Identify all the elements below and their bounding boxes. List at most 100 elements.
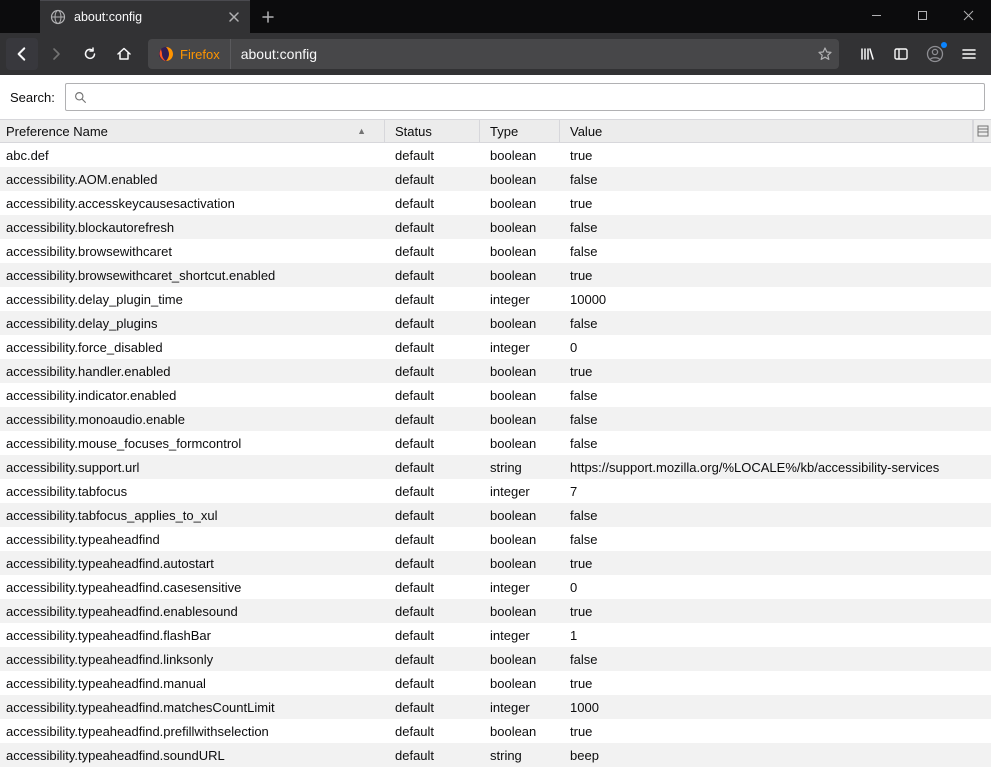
table-row[interactable]: accessibility.delay_pluginsdefaultboolea… xyxy=(0,311,991,335)
column-header-name-label: Preference Name xyxy=(6,124,108,139)
table-row[interactable]: accessibility.mouse_focuses_formcontrold… xyxy=(0,431,991,455)
column-header-status[interactable]: Status xyxy=(385,120,480,142)
table-row[interactable]: accessibility.browsewithcaret_shortcut.e… xyxy=(0,263,991,287)
profile-button[interactable] xyxy=(919,38,951,70)
cell-status: default xyxy=(385,628,480,643)
cell-status: default xyxy=(385,172,480,187)
cell-value: false xyxy=(560,436,991,451)
home-button[interactable] xyxy=(108,38,140,70)
cell-type: boolean xyxy=(480,364,560,379)
cell-type: boolean xyxy=(480,172,560,187)
table-row[interactable]: accessibility.typeaheadfind.flashBardefa… xyxy=(0,623,991,647)
cell-value: false xyxy=(560,508,991,523)
table-row[interactable]: accessibility.indicator.enableddefaultbo… xyxy=(0,383,991,407)
table-row[interactable]: accessibility.typeaheadfind.manualdefaul… xyxy=(0,671,991,695)
column-header-status-label: Status xyxy=(395,124,432,139)
cell-type: integer xyxy=(480,484,560,499)
cell-type: boolean xyxy=(480,412,560,427)
url-text[interactable]: about:config xyxy=(231,46,811,62)
cell-status: default xyxy=(385,244,480,259)
window-controls xyxy=(853,0,991,30)
cell-status: default xyxy=(385,724,480,739)
new-tab-button[interactable] xyxy=(254,3,282,31)
table-row[interactable]: accessibility.typeaheadfind.matchesCount… xyxy=(0,695,991,719)
cell-name: accessibility.indicator.enabled xyxy=(0,388,385,403)
table-row[interactable]: accessibility.typeaheadfind.enablesoundd… xyxy=(0,599,991,623)
identity-box[interactable]: Firefox xyxy=(148,39,231,69)
cell-type: boolean xyxy=(480,556,560,571)
cell-name: accessibility.typeaheadfind.autostart xyxy=(0,556,385,571)
cell-value: true xyxy=(560,556,991,571)
cell-name: accessibility.tabfocus xyxy=(0,484,385,499)
table-row[interactable]: accessibility.tabfocus_applies_to_xuldef… xyxy=(0,503,991,527)
cell-value: 0 xyxy=(560,580,991,595)
table-row[interactable]: accessibility.tabfocusdefaultinteger7 xyxy=(0,479,991,503)
table-row[interactable]: accessibility.AOM.enableddefaultbooleanf… xyxy=(0,167,991,191)
cell-type: integer xyxy=(480,700,560,715)
cell-value: beep xyxy=(560,748,991,763)
cell-status: default xyxy=(385,436,480,451)
browser-tab[interactable]: about:config xyxy=(40,0,250,33)
table-row[interactable]: accessibility.typeaheadfind.autostartdef… xyxy=(0,551,991,575)
column-picker-button[interactable] xyxy=(973,120,991,142)
tab-close-button[interactable] xyxy=(226,9,242,25)
tab-favicon-globe-icon xyxy=(50,9,66,25)
table-row[interactable]: accessibility.handler.enableddefaultbool… xyxy=(0,359,991,383)
cell-status: default xyxy=(385,412,480,427)
window-close-button[interactable] xyxy=(945,0,991,30)
window-minimize-button[interactable] xyxy=(853,0,899,30)
cell-value: https://support.mozilla.org/%LOCALE%/kb/… xyxy=(560,460,991,475)
column-header-name[interactable]: Preference Name ▲ xyxy=(0,120,385,142)
table-row[interactable]: accessibility.support.urldefaultstringht… xyxy=(0,455,991,479)
search-input[interactable] xyxy=(93,89,976,106)
cell-status: default xyxy=(385,700,480,715)
cell-name: accessibility.delay_plugins xyxy=(0,316,385,331)
cell-type: boolean xyxy=(480,316,560,331)
table-row[interactable]: accessibility.typeaheadfind.prefillwiths… xyxy=(0,719,991,743)
table-row[interactable]: accessibility.force_disableddefaultinteg… xyxy=(0,335,991,359)
table-row[interactable]: accessibility.typeaheadfind.casesensitiv… xyxy=(0,575,991,599)
bookmark-star-button[interactable] xyxy=(811,46,839,62)
cell-name: accessibility.typeaheadfind.prefillwiths… xyxy=(0,724,385,739)
table-row[interactable]: accessibility.typeaheadfinddefaultboolea… xyxy=(0,527,991,551)
search-box[interactable] xyxy=(65,83,985,111)
table-row[interactable]: accessibility.typeaheadfind.linksonlydef… xyxy=(0,647,991,671)
urlbar[interactable]: Firefox about:config xyxy=(148,39,839,69)
cell-name: accessibility.typeaheadfind.manual xyxy=(0,676,385,691)
cell-status: default xyxy=(385,532,480,547)
cell-status: default xyxy=(385,292,480,307)
table-row[interactable]: abc.defdefaultbooleantrue xyxy=(0,143,991,167)
cell-value: 10000 xyxy=(560,292,991,307)
table-row[interactable]: accessibility.accesskeycausesactivationd… xyxy=(0,191,991,215)
cell-status: default xyxy=(385,460,480,475)
table-row[interactable]: accessibility.delay_plugin_timedefaultin… xyxy=(0,287,991,311)
cell-status: default xyxy=(385,484,480,499)
window-maximize-button[interactable] xyxy=(899,0,945,30)
cell-value: false xyxy=(560,244,991,259)
sidebar-button[interactable] xyxy=(885,38,917,70)
column-header-type[interactable]: Type xyxy=(480,120,560,142)
cell-type: integer xyxy=(480,628,560,643)
cell-type: boolean xyxy=(480,508,560,523)
cell-name: accessibility.delay_plugin_time xyxy=(0,292,385,307)
cell-type: boolean xyxy=(480,244,560,259)
table-row[interactable]: accessibility.monoaudio.enabledefaultboo… xyxy=(0,407,991,431)
cell-name: accessibility.tabfocus_applies_to_xul xyxy=(0,508,385,523)
table-row[interactable]: accessibility.blockautorefreshdefaultboo… xyxy=(0,215,991,239)
app-menu-button[interactable] xyxy=(953,38,985,70)
urlbar-container: Firefox about:config xyxy=(148,39,839,69)
tab-title: about:config xyxy=(74,10,226,24)
table-row[interactable]: accessibility.browsewithcaretdefaultbool… xyxy=(0,239,991,263)
cell-status: default xyxy=(385,652,480,667)
back-button[interactable] xyxy=(6,38,38,70)
library-button[interactable] xyxy=(851,38,883,70)
cell-value: true xyxy=(560,676,991,691)
table-row[interactable]: accessibility.typeaheadfind.soundURLdefa… xyxy=(0,743,991,767)
cell-value: true xyxy=(560,724,991,739)
reload-button[interactable] xyxy=(74,38,106,70)
cell-name: accessibility.blockautorefresh xyxy=(0,220,385,235)
cell-name: accessibility.handler.enabled xyxy=(0,364,385,379)
column-header-value[interactable]: Value xyxy=(560,120,973,142)
cell-status: default xyxy=(385,196,480,211)
preferences-table-body[interactable]: abc.defdefaultbooleantrueaccessibility.A… xyxy=(0,143,991,784)
